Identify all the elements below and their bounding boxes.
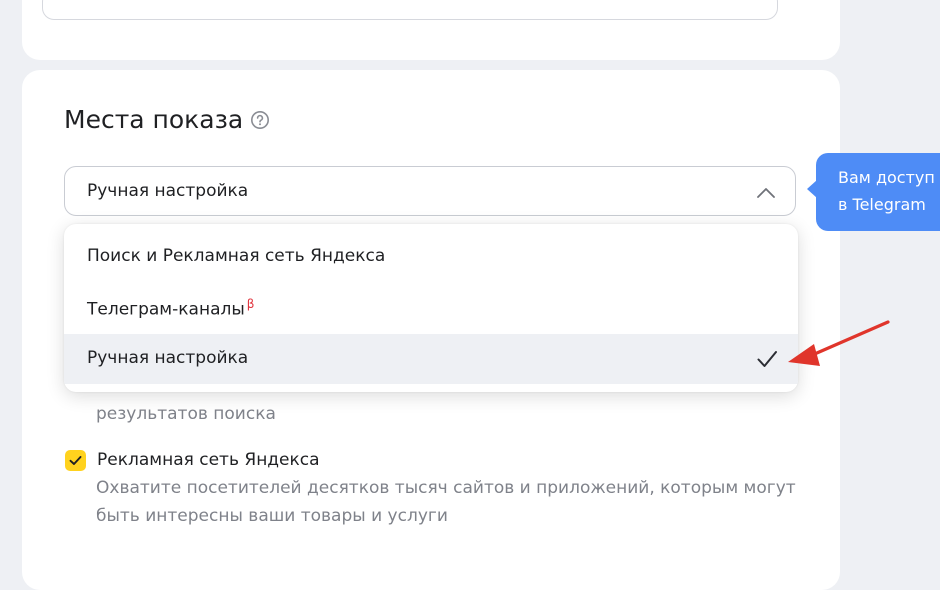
chevron-up-icon[interactable] <box>755 182 777 204</box>
option-label: Поиск и Рекламная сеть Яндекса <box>87 246 386 266</box>
option-search-and-network[interactable]: Поиск и Рекламная сеть Яндекса <box>64 232 798 282</box>
placement-select[interactable]: Ручная настройка <box>64 166 796 216</box>
option-manual-setup[interactable]: Ручная настройка <box>64 334 798 384</box>
network-description-line-1: Охватите посетителей десятков тысяч сайт… <box>96 478 796 498</box>
tooltip-text-line-1: Вам доступ <box>838 168 935 187</box>
tooltip-text-line-2: в Telegram <box>838 195 926 214</box>
network-description-line-2: быть интересны ваши товары и услуги <box>96 506 448 526</box>
section-title: Места показа <box>64 105 244 134</box>
checkmark-icon <box>757 351 777 367</box>
previous-input-field[interactable] <box>42 0 778 20</box>
annotation-arrow-icon <box>788 320 890 366</box>
placement-dropdown-menu: Поиск и Рекламная сеть Яндекса Телеграм-… <box>64 224 798 392</box>
telegram-tooltip: Вам доступ в Telegram <box>807 153 940 231</box>
search-results-description: результатов поиска <box>96 404 276 424</box>
beta-badge: β <box>246 297 255 311</box>
option-label: Телеграм-каналы <box>87 299 245 320</box>
network-checkbox[interactable] <box>65 450 86 471</box>
network-checkbox-label[interactable]: Рекламная сеть Яндекса <box>97 450 320 470</box>
option-telegram-channels[interactable]: Телеграм-каналы β <box>64 283 798 333</box>
check-icon <box>69 456 82 465</box>
select-value: Ручная настройка <box>87 181 249 201</box>
help-icon[interactable] <box>250 110 270 130</box>
option-label: Ручная настройка <box>87 348 249 368</box>
